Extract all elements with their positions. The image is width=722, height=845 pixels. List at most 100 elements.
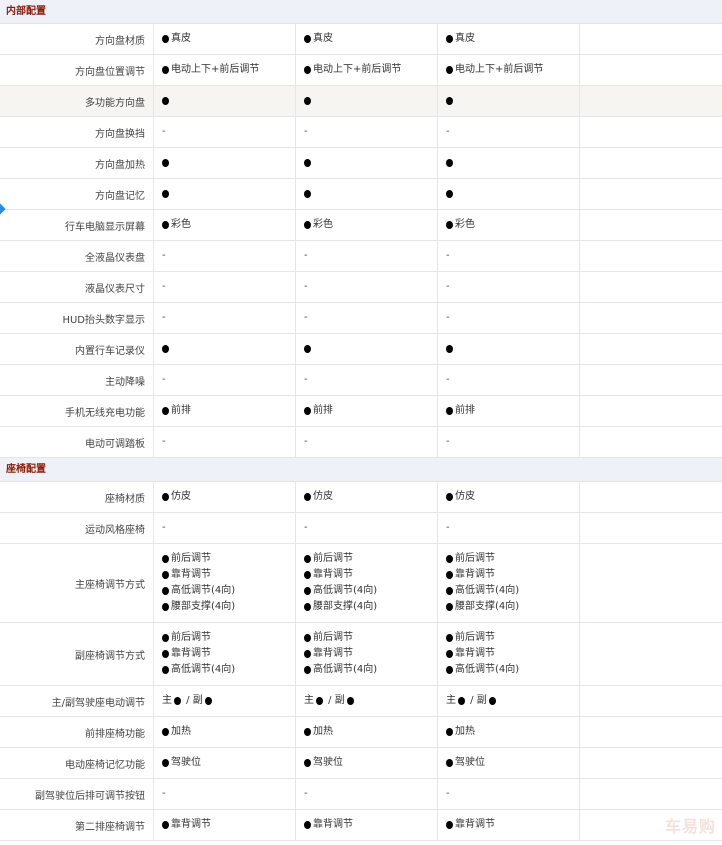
value-cell: - [154, 427, 296, 457]
value-line: 靠背调节 [446, 646, 579, 662]
value-text: 高低调节(4向) [313, 664, 378, 675]
standard-dot-icon [446, 587, 453, 595]
standard-dot-icon [316, 697, 323, 705]
row-label: 内置行车记录仪 [0, 334, 154, 364]
driver-label: 主 [162, 695, 172, 706]
value-cell: 前后调节 靠背调节 高低调节(4向) [154, 623, 296, 685]
value-line: 腰部支撑(4向) [162, 599, 295, 615]
value-text: 仿皮 [171, 491, 191, 502]
value-text: 电动上下+前后调节 [455, 64, 544, 75]
value-cell [580, 272, 722, 302]
value-text: 彩色 [313, 219, 333, 230]
row-label: 座椅材质 [0, 482, 154, 512]
value-text: - [446, 281, 450, 292]
table-row: 主座椅调节方式 前后调节 靠背调节 高低调节(4向) 腰部支撑(4向) 前后调节 靠背调节高… [0, 544, 722, 623]
value-line: 靠背调节 [446, 567, 579, 583]
value-text: - [304, 312, 308, 323]
value-cell: 真皮 [438, 24, 580, 54]
value-line: 腰部支撑(4向) [446, 599, 579, 615]
value-cell [296, 86, 438, 116]
value-cell: 真皮 [296, 24, 438, 54]
standard-dot-icon [304, 634, 311, 642]
standard-dot-icon [162, 97, 169, 105]
value-line: 真皮 [446, 31, 579, 47]
spec-table: 内部配置 方向盘材质 真皮 真皮 真皮 方向盘位置调节 电动上下+前后调节 电动上下+前后调节… [0, 0, 722, 841]
value-text: 靠背调节 [455, 569, 495, 580]
standard-dot-icon [304, 190, 311, 198]
value-line: 加热 [162, 724, 295, 740]
standard-dot-icon [162, 587, 169, 595]
standard-dot-icon [304, 587, 311, 595]
value-cell: - [438, 427, 580, 457]
value-line: 前排 [304, 403, 437, 419]
passenger-label: 副 [192, 695, 203, 706]
value-line: 前后调节 [446, 551, 579, 567]
row-label: HUD抬头数字显示 [0, 303, 154, 333]
row-label: 副座椅调节方式 [0, 623, 154, 685]
value-line: 前后调节 [162, 551, 295, 567]
standard-dot-icon [304, 221, 311, 229]
value-line: 高低调节(4向) [304, 583, 437, 599]
standard-dot-icon [446, 493, 453, 501]
value-text: 前后调节 [455, 553, 495, 564]
value-cell [580, 686, 722, 716]
value-cell: 靠背调节 [438, 810, 580, 840]
value-text: 真皮 [171, 33, 191, 44]
value-line: 主 / 副 [446, 693, 579, 709]
value-line: - [304, 786, 437, 802]
table-row: 前排座椅功能 加热 加热 加热 [0, 717, 722, 748]
value-text: 靠背调节 [171, 648, 211, 659]
value-line [304, 341, 437, 357]
value-cell [296, 179, 438, 209]
value-line: 腰部支撑(4向) [304, 599, 437, 615]
value-cell: 电动上下+前后调节 [296, 55, 438, 85]
value-text: 电动上下+前后调节 [313, 64, 402, 75]
standard-dot-icon [446, 821, 453, 829]
standard-dot-icon [446, 159, 453, 167]
row-label: 手机无线充电功能 [0, 396, 154, 426]
value-line: 主 / 副 [162, 693, 295, 709]
standard-dot-icon [204, 697, 212, 705]
value-line: 加热 [446, 724, 579, 740]
value-line: 前后调节 [304, 630, 437, 646]
value-cell: 仿皮 [296, 482, 438, 512]
value-text: 驾驶位 [455, 757, 485, 768]
value-line: 加热 [304, 724, 437, 740]
value-line: 前后调节 [304, 551, 437, 567]
value-text: 加热 [171, 726, 191, 737]
value-cell [580, 86, 722, 116]
value-text: - [162, 126, 166, 137]
table-row: 第二排座椅调节 靠背调节 靠背调节 靠背调节 [0, 810, 722, 841]
value-text: 高低调节(4向) [171, 585, 236, 596]
value-line [162, 186, 295, 202]
value-text: 高低调节(4向) [455, 585, 520, 596]
value-cell: - [296, 117, 438, 147]
value-text: 高低调节(4向) [455, 664, 520, 675]
standard-dot-icon [162, 821, 169, 829]
value-cell: 前后调节靠背调节高低调节(4向) 腰部支撑(4向) [296, 544, 438, 622]
value-text: 靠背调节 [455, 819, 495, 830]
standard-dot-icon [304, 571, 311, 579]
value-cell: 电动上下+前后调节 [154, 55, 296, 85]
value-line: - [304, 372, 437, 388]
value-text: 前后调节 [171, 632, 211, 643]
value-cell: 前排 [296, 396, 438, 426]
value-cell [580, 544, 722, 622]
row-label: 主座椅调节方式 [0, 544, 154, 622]
value-cell [438, 148, 580, 178]
standard-dot-icon [446, 66, 453, 74]
value-line: - [304, 310, 437, 326]
standard-dot-icon [162, 666, 169, 674]
row-label: 电动可调踏板 [0, 427, 154, 457]
standard-dot-icon [446, 35, 453, 43]
value-text: 靠背调节 [171, 569, 211, 580]
table-row: 行车电脑显示屏幕 彩色 彩色 彩色 [0, 210, 722, 241]
value-text: 靠背调节 [313, 569, 353, 580]
value-cell: - [154, 117, 296, 147]
value-text: - [304, 250, 308, 261]
standard-dot-icon [304, 728, 311, 736]
row-label: 运动风格座椅 [0, 513, 154, 543]
value-cell: 仿皮 [438, 482, 580, 512]
value-line: 前排 [162, 403, 295, 419]
value-line [304, 186, 437, 202]
